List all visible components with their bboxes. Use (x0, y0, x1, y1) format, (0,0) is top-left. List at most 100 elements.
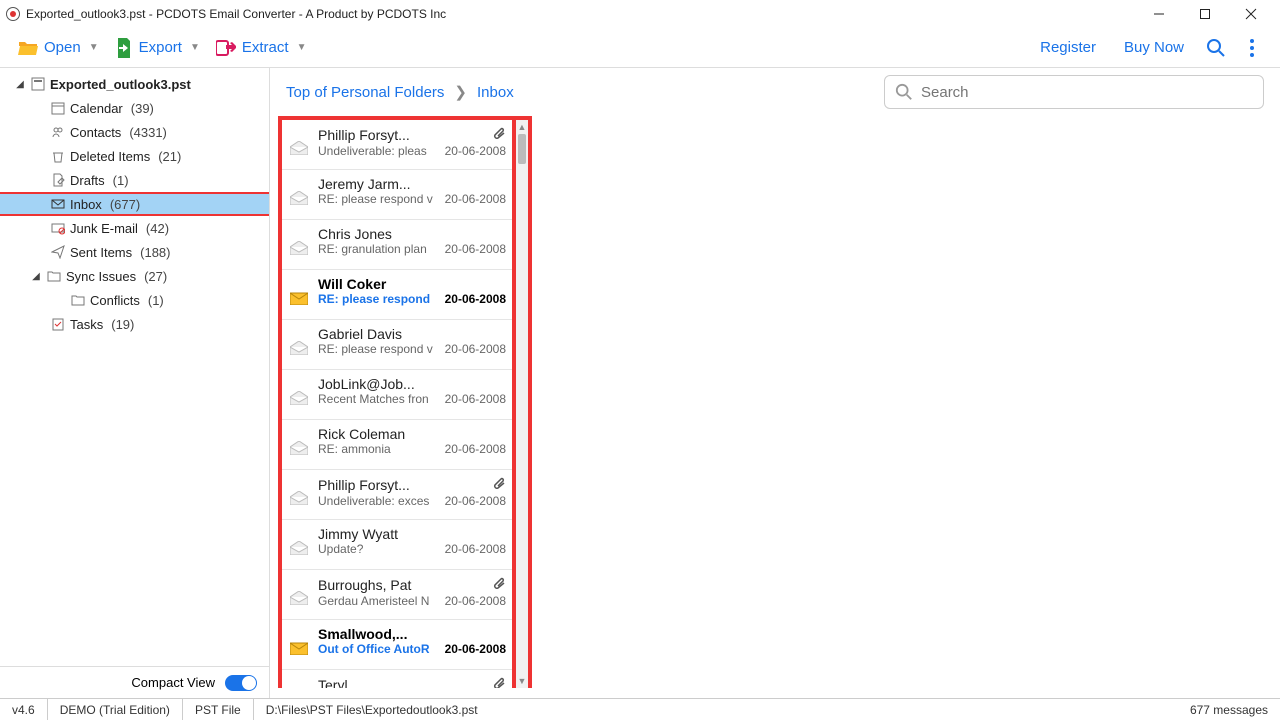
tasks-icon (50, 316, 66, 332)
email-date: 20-06-2008 (445, 292, 506, 306)
email-item[interactable]: Smallwood,...Out of Office AutoR20-06-20… (282, 620, 512, 670)
status-bar: v4.6 DEMO (Trial Edition) PST File D:\Fi… (0, 698, 1280, 720)
more-menu-button[interactable] (1234, 30, 1270, 66)
collapse-icon[interactable]: ◢ (14, 79, 26, 90)
chevron-right-icon: ❯ (454, 83, 467, 101)
tree-item-deleted[interactable]: Deleted Items (21) (0, 144, 269, 168)
email-date: 20-06-2008 (445, 192, 506, 206)
titlebar: Exported_outlook3.pst - PCDOTS Email Con… (0, 0, 1280, 28)
email-sender: Phillip Forsyt... (318, 477, 488, 493)
extract-button[interactable]: Extract ▼ (208, 35, 315, 61)
maximize-button[interactable] (1182, 0, 1228, 28)
email-subject: RE: please respond v (318, 342, 439, 356)
export-button[interactable]: Export ▼ (107, 34, 208, 62)
email-sender: JobLink@Job... (318, 376, 506, 392)
email-item[interactable]: Jimmy WyattUpdate?20-06-2008 (282, 520, 512, 570)
open-button[interactable]: Open ▼ (10, 35, 107, 61)
close-button[interactable] (1228, 0, 1274, 28)
window-title: Exported_outlook3.pst - PCDOTS Email Con… (26, 7, 446, 21)
register-link[interactable]: Register (1026, 35, 1110, 60)
tree-item-drafts[interactable]: Drafts (1) (0, 168, 269, 192)
email-item[interactable]: Will CokerRE: please respond20-06-2008 (282, 270, 512, 320)
email-date: 20-06-2008 (445, 144, 506, 158)
email-date: 20-06-2008 (445, 594, 506, 608)
breadcrumb-current: Inbox (477, 84, 514, 101)
drafts-icon (50, 172, 66, 188)
attachment-icon (492, 676, 506, 688)
email-subject: Gerdau Ameristeel N (318, 594, 439, 608)
kebab-icon (1250, 39, 1254, 57)
email-subject: Undeliverable: exces (318, 494, 439, 508)
scroll-up-icon[interactable]: ▲ (516, 120, 528, 134)
status-count: 677 messages (1178, 703, 1280, 717)
email-list: Phillip Forsyt...Undeliverable: pleas20-… (278, 116, 516, 688)
search-toolbar-button[interactable] (1198, 30, 1234, 66)
chevron-down-icon: ▼ (297, 42, 307, 53)
mail-read-icon (288, 482, 310, 513)
mail-read-icon (288, 682, 310, 688)
trash-icon (50, 148, 66, 164)
search-icon (1206, 38, 1226, 58)
sent-icon (50, 244, 66, 260)
email-sender: Teryl (318, 677, 488, 688)
mail-read-icon (288, 532, 310, 563)
status-edition: DEMO (Trial Edition) (48, 699, 183, 720)
email-item[interactable]: Jeremy Jarm...RE: please respond v20-06-… (282, 170, 512, 220)
tree-item-tasks[interactable]: Tasks (19) (0, 312, 269, 336)
email-sender: Smallwood,... (318, 626, 506, 642)
inbox-icon (50, 196, 66, 212)
folder-icon (70, 292, 86, 308)
email-item[interactable]: Chris JonesRE: granulation plan20-06-200… (282, 220, 512, 270)
attachment-icon (492, 576, 506, 594)
buy-now-link[interactable]: Buy Now (1110, 35, 1198, 60)
email-subject: RE: please respond v (318, 192, 439, 206)
tree-item-sync[interactable]: ◢ Sync Issues (27) (0, 264, 269, 288)
email-item[interactable]: Phillip Forsyt...Undeliverable: pleas 20-… (282, 120, 512, 170)
search-input[interactable] (921, 84, 1253, 101)
minimize-button[interactable] (1136, 0, 1182, 28)
email-item[interactable]: Teryl (282, 670, 512, 688)
attachment-icon (492, 126, 506, 144)
tree-item-conflicts[interactable]: Conflicts (1) (0, 288, 269, 312)
scroll-thumb[interactable] (518, 134, 526, 164)
tree-item-inbox[interactable]: Inbox (677) (0, 192, 269, 216)
mail-read-icon (288, 382, 310, 413)
mail-read-icon (288, 182, 310, 213)
email-item[interactable]: Burroughs, PatGerdau Ameristeel N20-06-2… (282, 570, 512, 620)
email-item[interactable]: Gabriel DavisRE: please respond v20-06-2… (282, 320, 512, 370)
email-sender: Phillip Forsyt... (318, 127, 488, 143)
mail-read-icon (288, 582, 310, 613)
collapse-icon[interactable]: ◢ (30, 271, 42, 282)
tree-item-calendar[interactable]: Calendar (39) (0, 96, 269, 120)
tree-root[interactable]: ◢ Exported_outlook3.pst (0, 72, 269, 96)
email-item[interactable]: Phillip Forsyt...Undeliverable: exces20-… (282, 470, 512, 520)
email-subject: Undeliverable: pleas (318, 144, 439, 158)
email-subject: RE: ammonia (318, 442, 439, 456)
mail-read-icon (288, 432, 310, 463)
breadcrumb: Top of Personal Folders ❯ Inbox (286, 83, 514, 101)
compact-view-label: Compact View (131, 675, 215, 690)
pst-file-icon (30, 76, 46, 92)
app-icon (6, 7, 20, 21)
email-item[interactable]: JobLink@Job...Recent Matches fron20-06-2… (282, 370, 512, 420)
contacts-icon (50, 124, 66, 140)
search-box[interactable] (884, 75, 1264, 109)
scrollbar[interactable]: ▲ ▼ (516, 116, 532, 688)
tree-item-contacts[interactable]: Contacts (4331) (0, 120, 269, 144)
chevron-down-icon: ▼ (190, 42, 200, 53)
breadcrumb-root[interactable]: Top of Personal Folders (286, 84, 444, 101)
email-date: 20-06-2008 (445, 342, 506, 356)
compact-view-toggle[interactable] (225, 675, 257, 691)
tree-item-junk[interactable]: Junk E-mail (42) (0, 216, 269, 240)
scroll-down-icon[interactable]: ▼ (516, 674, 528, 688)
folder-icon (46, 268, 62, 284)
status-filetype: PST File (183, 699, 254, 720)
mail-read-icon (288, 332, 310, 363)
toolbar: Open ▼ Export ▼ Extract ▼ Register Buy N… (0, 28, 1280, 68)
tree-item-sent[interactable]: Sent Items (188) (0, 240, 269, 264)
compact-view-bar: Compact View (0, 666, 269, 698)
email-item[interactable]: Rick ColemanRE: ammonia20-06-2008 (282, 420, 512, 470)
email-subject: Out of Office AutoR (318, 642, 439, 656)
search-icon (895, 83, 913, 101)
calendar-icon (50, 100, 66, 116)
